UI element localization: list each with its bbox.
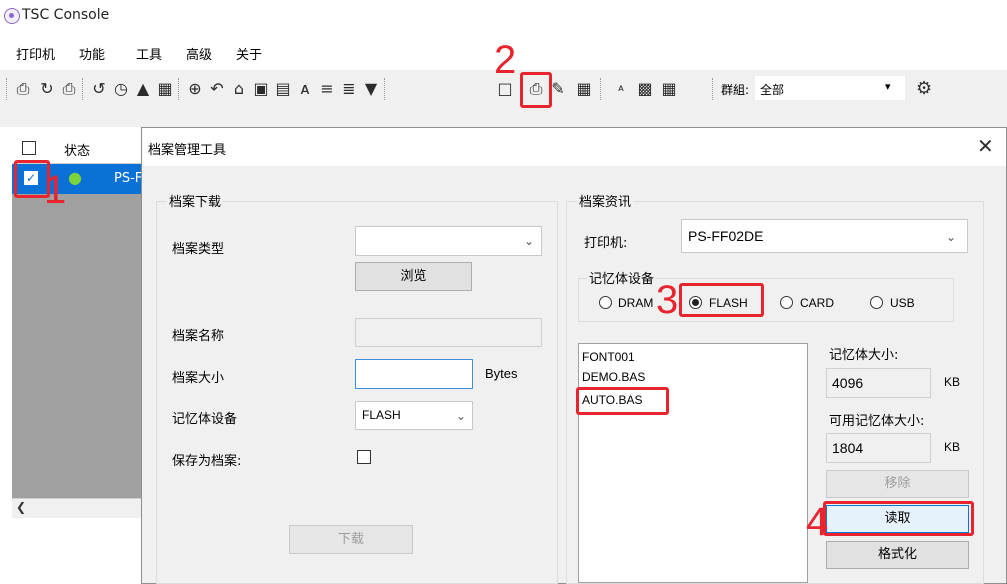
file-list-item[interactable]: FONT001: [582, 350, 635, 364]
annotation-number-1: 1: [44, 168, 67, 212]
status-column-header[interactable]: 状态: [64, 140, 90, 159]
gear-icon[interactable]: ⚙: [916, 78, 932, 99]
toolbar-separator: [82, 78, 84, 100]
clock-icon[interactable]: ◷: [112, 80, 130, 98]
memory-device-group-title: 记忆体设备: [587, 268, 657, 287]
file-list-item[interactable]: DEMO.BAS: [582, 370, 645, 384]
outdent-icon[interactable]: ≣: [340, 80, 358, 98]
toolbar-separator: [712, 78, 714, 100]
download-button[interactable]: 下载: [289, 525, 413, 554]
memory-size-value: 4096: [832, 375, 864, 391]
target-icon[interactable]: ⊕: [186, 80, 204, 98]
annotation-box-4: [823, 501, 974, 536]
grid-icon[interactable]: ▦: [660, 80, 678, 98]
chevron-down-icon: ⌄: [946, 230, 957, 244]
title-bar: [0, 0, 1007, 36]
file-size-label: 档案大小: [172, 371, 225, 386]
memory-size-unit: KB: [944, 375, 961, 389]
printer-select-value: PS-FF02DE: [688, 228, 764, 244]
dialog-title-bar: [142, 128, 1006, 166]
calculator-icon[interactable]: ▦: [575, 80, 593, 98]
save-as-file-label: 保存为档案:: [172, 454, 242, 469]
terminal-icon[interactable]: □: [496, 80, 514, 98]
toolbar-separator: [384, 78, 386, 100]
file-name-label: 档案名称: [172, 329, 225, 344]
file-type-select[interactable]: [355, 226, 542, 256]
group-select-value: 全部: [760, 83, 785, 97]
file-name-field[interactable]: [355, 318, 542, 347]
undo-icon[interactable]: ↶: [208, 80, 226, 98]
annotation-number-2: 2: [494, 38, 517, 82]
indent-icon[interactable]: ≡: [318, 80, 336, 98]
toolbar-separator: [6, 78, 8, 100]
menu-function[interactable]: 功能: [79, 44, 105, 63]
label-icon[interactable]: ▤: [274, 80, 292, 98]
return-icon[interactable]: ↺: [90, 80, 108, 98]
memory-size-label: 记忆体大小:: [829, 348, 899, 363]
menu-tools[interactable]: 工具: [136, 44, 162, 63]
chevron-down-icon: ▾: [885, 80, 891, 93]
app-logo-icon: [4, 8, 20, 24]
browse-button[interactable]: 浏览: [355, 262, 472, 291]
annotation-box-3: [679, 283, 764, 317]
annotation-number-3: 3: [656, 278, 679, 322]
group-label: 群組:: [721, 83, 750, 97]
printer-name-cell: PS-F: [114, 171, 143, 186]
file-size-field[interactable]: [355, 359, 473, 389]
annotation-box-2: [520, 72, 552, 108]
bytes-unit: Bytes: [485, 366, 518, 381]
home-icon[interactable]: ⌂: [230, 80, 248, 98]
chevron-down-icon: ⌄: [524, 234, 535, 248]
status-bulb-icon: ●: [68, 168, 82, 187]
menu-printer[interactable]: 打印机: [16, 44, 55, 63]
refresh-icon[interactable]: ↻: [38, 80, 56, 98]
radio-usb-label: USB: [890, 296, 915, 310]
radio-dram[interactable]: [599, 296, 612, 309]
ab-icon[interactable]: ▩: [636, 80, 654, 98]
toolbar-separator: [600, 78, 602, 100]
window-title: TSC Console: [22, 7, 110, 23]
dialog-title: 档案管理工具: [148, 143, 227, 158]
radio-usb[interactable]: [870, 296, 883, 309]
chevron-down-icon: ⌄: [456, 409, 467, 423]
upload-icon[interactable]: ▲: [134, 80, 152, 98]
menu-about[interactable]: 关于: [236, 44, 262, 63]
printer-label: 打印机:: [584, 236, 628, 251]
free-size-unit: KB: [944, 440, 961, 454]
select-all-checkbox[interactable]: [22, 141, 36, 155]
diamond-icon[interactable]: ▼: [362, 80, 380, 98]
radio-card-label: CARD: [800, 296, 835, 310]
printer-list-background: [12, 168, 147, 508]
annotation-box-auto-bas: [576, 387, 669, 415]
scroll-left-icon[interactable]: ❮: [16, 500, 26, 514]
memory-device-value: FLASH: [362, 408, 401, 422]
sensor-icon[interactable]: ▣: [252, 80, 270, 98]
file-info-group-title: 档案资讯: [577, 191, 634, 210]
font-size-icon[interactable]: ᴀ: [296, 80, 314, 98]
format-button[interactable]: 格式化: [826, 541, 969, 569]
file-type-label: 档案类型: [172, 242, 225, 257]
close-icon[interactable]: ✕: [977, 134, 994, 158]
radio-dram-label: DRAM: [618, 296, 654, 310]
remove-button[interactable]: 移除: [826, 470, 969, 498]
printer-setup-icon[interactable]: ⎙: [60, 80, 78, 98]
printer-icon[interactable]: ⎙: [14, 80, 32, 98]
save-as-file-checkbox[interactable]: [357, 450, 371, 464]
radio-card[interactable]: [780, 296, 793, 309]
small-a-icon[interactable]: ᴀ: [612, 80, 630, 98]
free-size-label: 可用记忆体大小:: [829, 414, 925, 429]
toolbar-separator: [178, 78, 180, 100]
calculator-icon[interactable]: ▦: [156, 80, 174, 98]
download-group-title: 档案下载: [167, 191, 224, 210]
menu-advanced[interactable]: 高级: [186, 44, 212, 63]
free-size-value: 1804: [832, 440, 864, 456]
memory-device-label: 记忆体设备: [172, 412, 238, 427]
horizontal-scrollbar[interactable]: [12, 498, 147, 518]
